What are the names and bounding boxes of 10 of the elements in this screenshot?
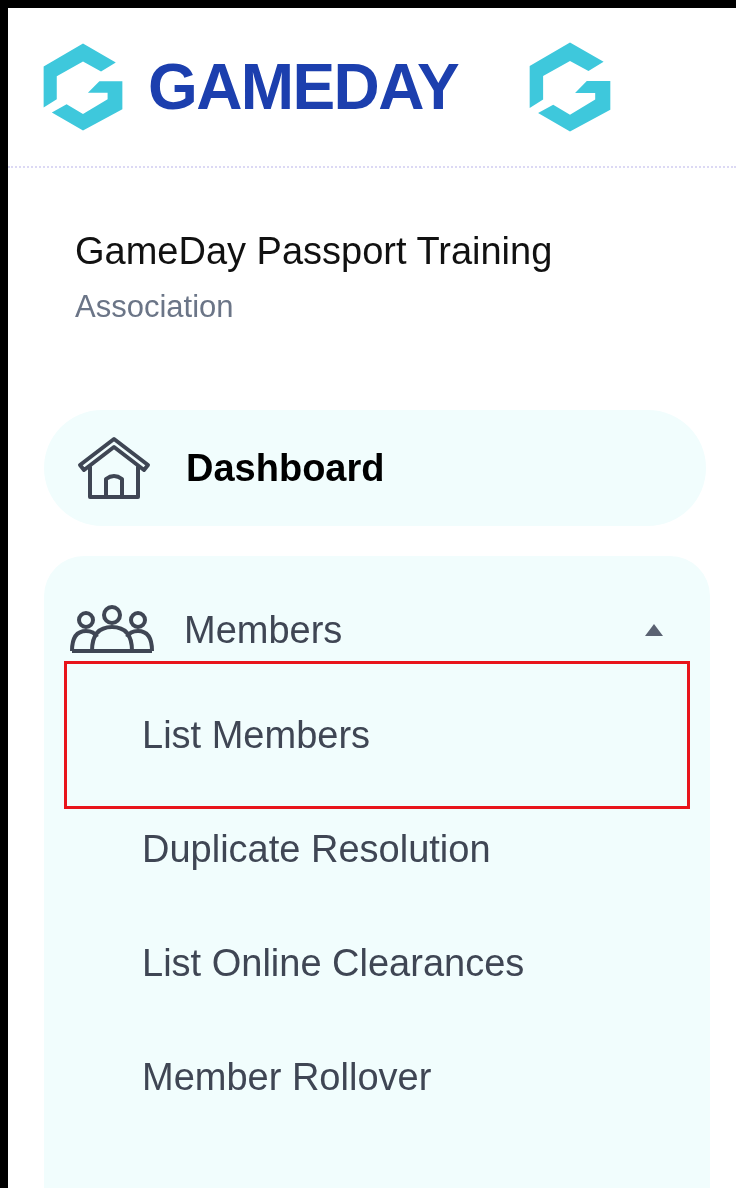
logo-icon xyxy=(42,41,124,133)
organisation-type: Association xyxy=(75,287,235,326)
home-icon xyxy=(76,435,152,501)
submenu-link[interactable]: List Members xyxy=(64,661,690,809)
submenu-link[interactable]: Member Rollover xyxy=(64,1020,690,1134)
people-icon xyxy=(70,605,154,655)
submenu-link[interactable]: List Online Clearances xyxy=(64,906,690,1020)
dashboard-nav-item[interactable]: Dashboard xyxy=(44,410,706,526)
brand-wordmark: GAMEDAY xyxy=(148,55,459,119)
organisation-name: GameDay Passport Training xyxy=(75,229,554,274)
